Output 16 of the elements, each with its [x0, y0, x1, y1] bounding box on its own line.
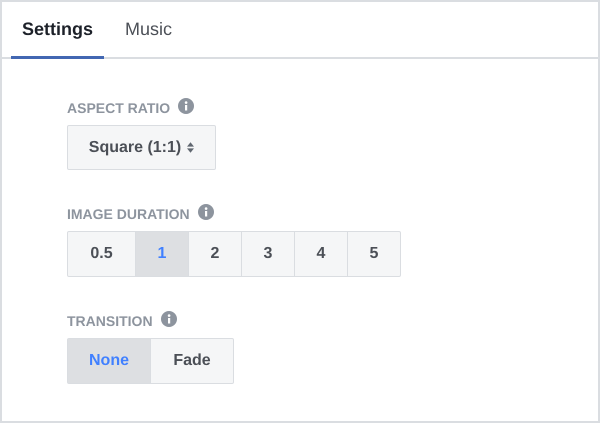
sort-caret-icon [187, 142, 194, 153]
tab[interactable]: Music [114, 2, 184, 59]
info-icon[interactable] [160, 311, 177, 327]
field-label: TRANSITION [67, 313, 153, 329]
info-icon[interactable] [178, 98, 194, 114]
duration-option[interactable]: 3 [241, 231, 295, 277]
tab[interactable]: Settings [11, 2, 104, 59]
duration-option[interactable]: 2 [188, 231, 242, 277]
field-label: IMAGE DURATION [67, 206, 190, 222]
duration-option[interactable]: 0.5 [67, 231, 136, 277]
duration-option[interactable]: 4 [294, 231, 348, 277]
info-icon[interactable] [198, 204, 214, 220]
transition-option[interactable]: Fade [150, 338, 234, 384]
aspect-ratio-dropdown[interactable]: Square (1:1) [67, 125, 216, 170]
field-label: ASPECT RATIO [67, 100, 170, 116]
duration-option[interactable]: 5 [347, 231, 401, 277]
